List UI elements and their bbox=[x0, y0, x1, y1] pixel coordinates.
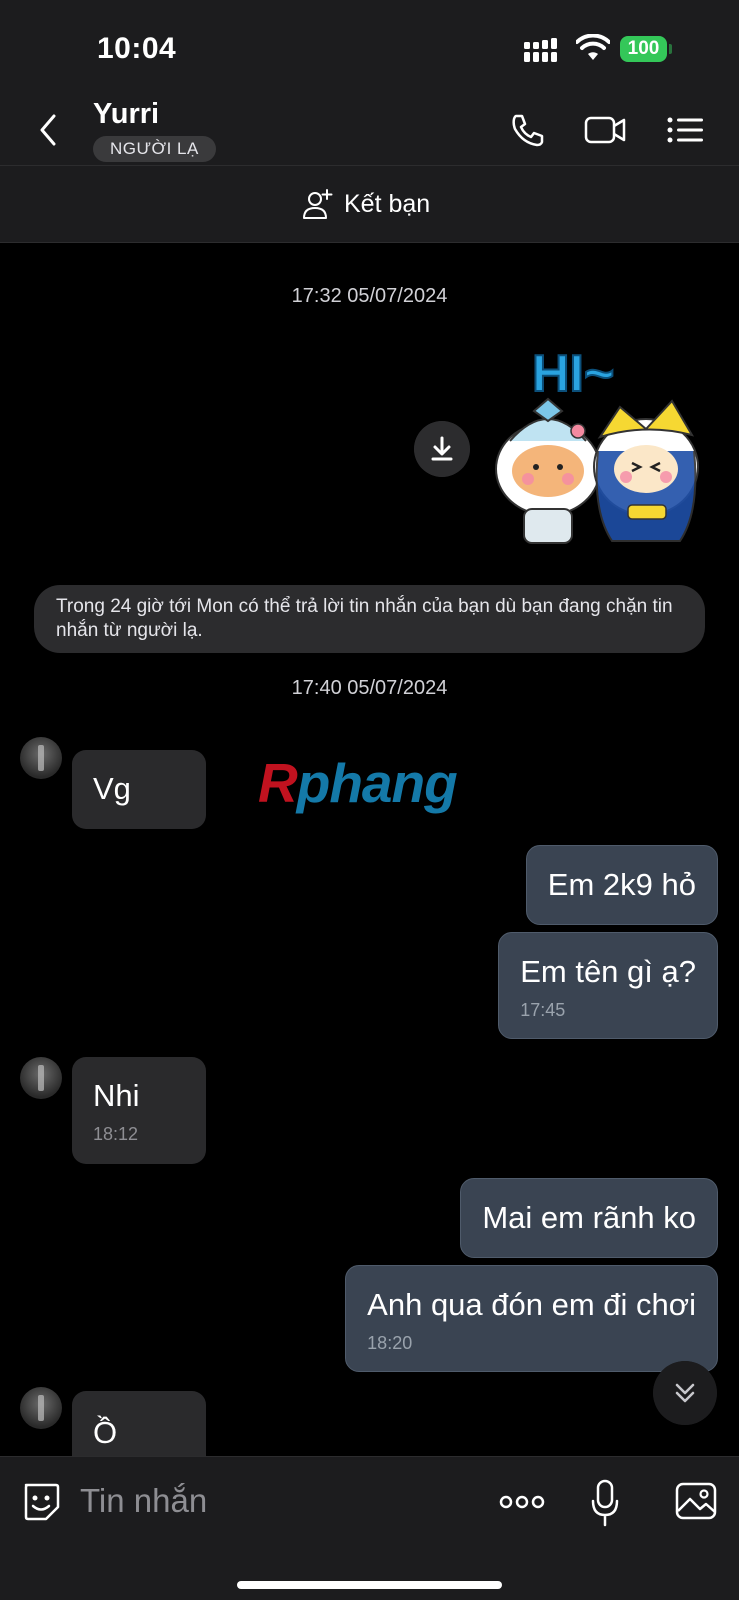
menu-list-icon[interactable] bbox=[666, 112, 708, 148]
microphone-icon[interactable] bbox=[590, 1479, 620, 1527]
phone-icon[interactable] bbox=[506, 112, 548, 148]
avatar[interactable] bbox=[20, 1387, 62, 1429]
message-time: 18:12 bbox=[93, 1124, 139, 1144]
more-icon[interactable] bbox=[498, 1487, 546, 1517]
message-text: Em 2k9 hỏ bbox=[547, 867, 696, 902]
home-indicator bbox=[237, 1581, 502, 1589]
chat-timestamp: 17:40 05/07/2024 bbox=[291, 677, 448, 699]
battery-level: 100 bbox=[620, 36, 667, 62]
status-time: 10:04 bbox=[97, 32, 177, 65]
sticker-image[interactable]: HI~ bbox=[488, 341, 716, 555]
add-friend-bar: Kết bạn bbox=[0, 166, 739, 243]
image-icon[interactable] bbox=[674, 1479, 718, 1523]
message-input[interactable] bbox=[80, 1475, 460, 1527]
video-call-icon[interactable] bbox=[584, 112, 626, 148]
chat-area[interactable]: 17:32 05/07/2024 HI~ Trong 24 giờ tới Mo… bbox=[0, 243, 739, 1456]
message-text: Nhi bbox=[93, 1078, 140, 1113]
message-bubble-outgoing[interactable]: Em tên gì ạ? 17:45 bbox=[498, 932, 718, 1039]
message-bubble-incoming[interactable]: Vg bbox=[72, 750, 206, 829]
message-time: 18:20 bbox=[367, 1333, 413, 1353]
chat-header: Yurri NGƯỜI LẠ bbox=[0, 92, 739, 166]
contact-name[interactable]: Yurri bbox=[93, 98, 159, 131]
chat-timestamp: 17:32 05/07/2024 bbox=[291, 285, 448, 307]
wifi-icon bbox=[576, 34, 610, 60]
message-text: Ồ bbox=[93, 1415, 118, 1450]
avatar[interactable] bbox=[20, 737, 62, 779]
watermark-logo: Rphang bbox=[258, 752, 458, 814]
battery-icon: 100 bbox=[620, 36, 672, 62]
signal-icon bbox=[524, 38, 557, 62]
message-text: Anh qua đón em đi chơi bbox=[367, 1287, 696, 1322]
scroll-down-icon[interactable] bbox=[653, 1361, 717, 1425]
stranger-badge: NGƯỜI LẠ bbox=[93, 136, 216, 162]
message-time: 17:45 bbox=[520, 1000, 566, 1020]
message-text: Vg bbox=[93, 771, 131, 806]
add-friend-label: Kết bạn bbox=[344, 189, 431, 218]
download-icon[interactable] bbox=[414, 421, 470, 477]
message-bubble-incoming[interactable]: Ồ bbox=[72, 1391, 206, 1456]
add-user-icon bbox=[303, 189, 333, 219]
status-bar: 10:04 100 bbox=[0, 0, 739, 92]
message-bubble-incoming[interactable]: Nhi 18:12 bbox=[72, 1057, 206, 1164]
message-bubble-outgoing[interactable]: Anh qua đón em đi chơi 18:20 bbox=[345, 1265, 718, 1372]
message-text: Em tên gì ạ? bbox=[520, 954, 696, 989]
message-text: Mai em rãnh ko bbox=[482, 1200, 696, 1235]
back-icon[interactable] bbox=[34, 110, 64, 150]
avatar[interactable] bbox=[20, 1057, 62, 1099]
sticker-icon[interactable] bbox=[20, 1481, 62, 1523]
sticker-text: HI~ bbox=[532, 345, 614, 403]
message-bubble-outgoing[interactable]: Mai em rãnh ko bbox=[460, 1178, 718, 1258]
stranger-notice: Trong 24 giờ tới Mon có thể trả lời tin … bbox=[34, 585, 705, 653]
add-friend-button[interactable]: Kết bạn bbox=[302, 186, 430, 222]
message-bubble-outgoing[interactable]: Em 2k9 hỏ bbox=[525, 845, 718, 925]
message-input-bar bbox=[0, 1456, 739, 1600]
